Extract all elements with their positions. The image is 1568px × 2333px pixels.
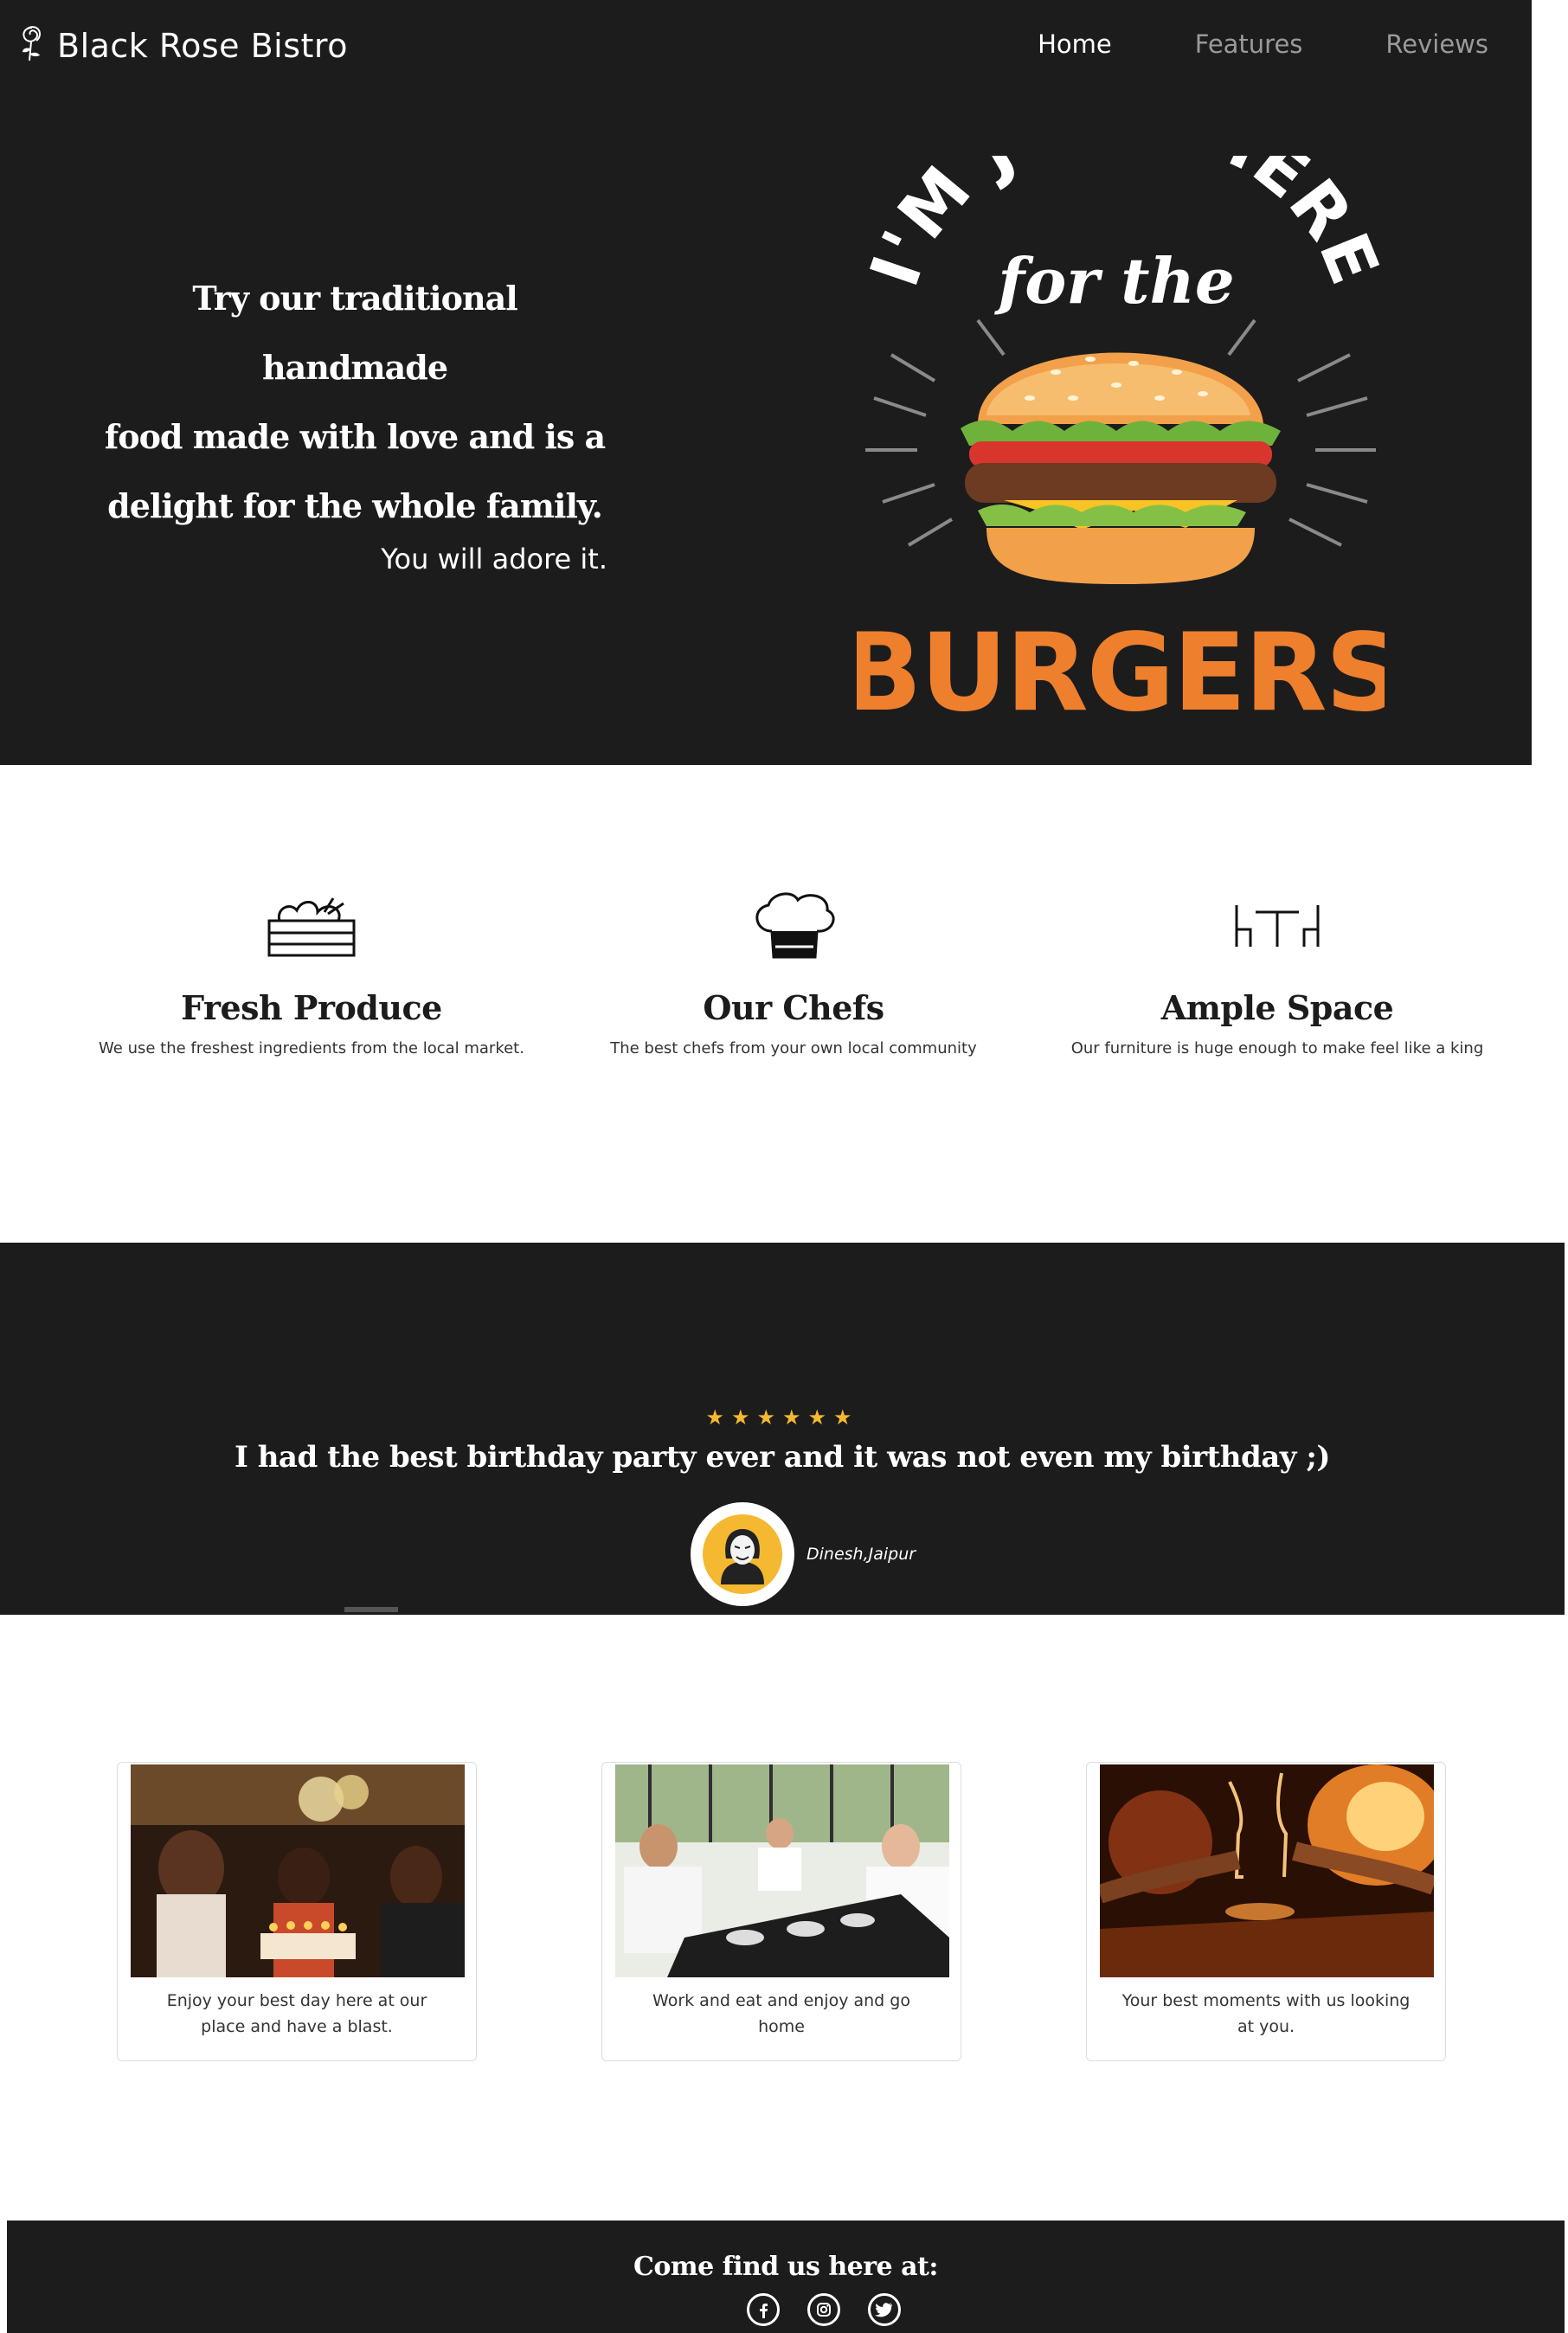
twitter-icon[interactable] xyxy=(868,2293,901,2326)
wine-fireplace-photo xyxy=(1100,1764,1434,1977)
hero-subline: You will adore it. xyxy=(381,543,607,575)
hero-headline-line-3: delight for the whole family. xyxy=(107,486,603,525)
hero-headline: Try our traditional handmade food made w… xyxy=(95,264,614,541)
testimonial-quote: I had the best birthday party ever and i… xyxy=(234,1440,1331,1475)
anonymous-mask-icon xyxy=(703,1514,782,1594)
poster-title-mid: for the xyxy=(993,244,1234,318)
burger-poster: I'M JUST HERE for the xyxy=(840,76,1403,736)
gallery-caption: Your best moments with us looking at you… xyxy=(1121,1991,1411,2036)
gallery-card: Work and eat and enjoy and go home xyxy=(601,1762,961,2061)
features-section: Fresh Produce We use the freshest ingred… xyxy=(0,883,1568,1108)
hero-headline-line-2: food made with love and is a xyxy=(104,417,606,456)
gallery-card: Your best moments with us looking at you… xyxy=(1086,1762,1446,2061)
footer: Come find us here at: xyxy=(7,2221,1565,2333)
chef-hat-icon xyxy=(551,883,1036,969)
crate-icon xyxy=(69,883,554,969)
main-nav: Home Features Reviews xyxy=(1038,29,1488,59)
feature-desc: The best chefs from your own local commu… xyxy=(610,1039,977,1057)
gallery-caption: Work and eat and enjoy and go home xyxy=(652,1991,910,2036)
hero-section: Black Rose Bistro Home Features Reviews … xyxy=(0,0,1532,765)
nav-link-features[interactable]: Features xyxy=(1195,29,1303,59)
feature-title: Ample Space xyxy=(1160,988,1394,1027)
facebook-icon[interactable] xyxy=(747,2293,780,2326)
reviewer: Dinesh,Jaipur xyxy=(691,1502,916,1606)
poster-title-bottom: BURGERS xyxy=(857,611,1385,727)
rating-stars: ★★★★★★ xyxy=(705,1406,859,1430)
feature-ample-space: Ample Space Our furniture is huge enough… xyxy=(1035,883,1520,1057)
instagram-icon[interactable] xyxy=(807,2293,840,2326)
social-links xyxy=(747,2293,901,2326)
table-chairs-icon xyxy=(1035,883,1520,969)
carousel-indicator[interactable] xyxy=(344,1607,398,1612)
feature-title: Our Chefs xyxy=(703,988,884,1027)
hero-copy: Try our traditional handmade food made w… xyxy=(95,264,614,575)
hero-headline-line-1: Try our traditional handmade xyxy=(192,279,517,387)
gallery-card: Enjoy your best day here at our place an… xyxy=(117,1762,477,2061)
gallery-section: Enjoy your best day here at our place an… xyxy=(0,1762,1568,2065)
rose-logo-icon xyxy=(19,24,45,67)
reviewer-name: Dinesh,Jaipur xyxy=(806,1545,916,1564)
nav-link-reviews[interactable]: Reviews xyxy=(1385,29,1488,59)
birthday-party-photo xyxy=(131,1764,465,1977)
brand-name: Black Rose Bistro xyxy=(57,26,348,65)
brand[interactable]: Black Rose Bistro xyxy=(19,24,348,67)
feature-desc: Our furniture is huge enough to make fee… xyxy=(1070,1039,1484,1057)
feature-our-chefs: Our Chefs The best chefs from your own l… xyxy=(551,883,1036,1057)
feature-title: Fresh Produce xyxy=(181,988,442,1027)
nav-link-home[interactable]: Home xyxy=(1038,29,1112,59)
avatar xyxy=(691,1502,794,1606)
gallery-caption: Enjoy your best day here at our place an… xyxy=(166,1991,427,2036)
group-dinner-photo xyxy=(615,1764,949,1977)
feature-fresh-produce: Fresh Produce We use the freshest ingred… xyxy=(69,883,554,1057)
feature-desc: We use the freshest ingredients from the… xyxy=(99,1039,524,1057)
testimonial-section: ★★★★★★ I had the best birthday party eve… xyxy=(0,1243,1565,1615)
footer-title: Come find us here at: xyxy=(633,2252,938,2282)
